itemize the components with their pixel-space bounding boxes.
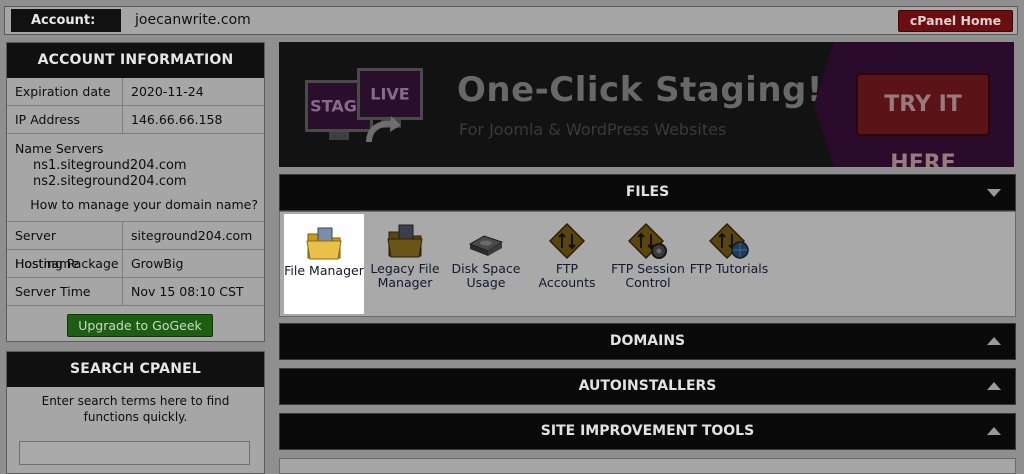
ftp-session-control-label: FTP Session Control xyxy=(611,261,685,290)
live-monitor-icon: LIVE xyxy=(357,68,423,120)
info-value: Nov 15 08:10 CST xyxy=(131,284,244,299)
ftp-accounts-item[interactable]: FTP Accounts xyxy=(527,212,607,316)
name-server-2: ns2.siteground204.com xyxy=(33,174,187,189)
staging-banner[interactable]: STAGE LIVE One-Click Staging! For Joomla… xyxy=(279,42,1014,167)
ftp-accounts-icon xyxy=(548,222,586,260)
info-key: IP Address xyxy=(7,106,123,133)
upgrade-button[interactable]: Upgrade to GoGeek xyxy=(67,314,213,337)
files-section-title: FILES xyxy=(625,184,670,200)
expand-arrow-icon[interactable] xyxy=(987,382,1001,390)
ftp-tutorials-label: FTP Tutorials xyxy=(689,261,769,276)
search-cpanel-title: SEARCH CPANEL xyxy=(7,352,264,387)
info-key: Server Time xyxy=(7,278,123,305)
account-information-panel: ACCOUNT INFORMATION Expiration date 2020… xyxy=(6,42,265,342)
live-label: LIVE xyxy=(370,84,410,104)
search-input[interactable] xyxy=(19,441,250,465)
cpanel-home-button[interactable]: cPanel Home xyxy=(898,10,1013,32)
autoinstallers-section-header[interactable]: AUTOINSTALLERS xyxy=(279,368,1016,405)
expand-arrow-icon[interactable] xyxy=(987,337,1001,345)
account-label: Account: xyxy=(11,9,121,32)
manage-domain-link[interactable]: How to manage your domain name? xyxy=(30,197,258,212)
expand-arrow-icon[interactable] xyxy=(987,427,1001,435)
info-value: 2020-11-24 xyxy=(131,84,204,99)
files-section-header[interactable]: FILES xyxy=(279,174,1016,211)
search-hint: Enter search terms here to find function… xyxy=(41,394,230,424)
info-value: 146.66.66.158 xyxy=(131,112,223,127)
files-section-body: File Manager Legacy File Manager Disk Sp… xyxy=(279,211,1016,317)
info-value: GrowBig xyxy=(131,256,184,271)
banner-subtitle: For Joomla & WordPress Websites xyxy=(459,120,727,139)
ftp-tutorials-icon xyxy=(709,222,749,260)
domains-section-header[interactable]: DOMAINS xyxy=(279,323,1016,360)
next-section-edge xyxy=(279,458,1016,474)
site-improvement-tools-section-title: SITE IMPROVEMENT TOOLS xyxy=(540,423,755,439)
legacy-file-manager-item[interactable]: Legacy File Manager xyxy=(365,212,445,316)
autoinstallers-section-title: AUTOINSTALLERS xyxy=(578,378,717,394)
info-key: Server Hostname xyxy=(7,222,123,271)
folder-file-manager-icon xyxy=(306,227,342,260)
name-servers-title: Name Servers xyxy=(15,141,104,156)
info-row: IP Address 146.66.66.158 xyxy=(7,106,264,134)
name-servers-block: Name Servers ns1.siteground204.com ns2.s… xyxy=(7,134,264,222)
info-key: Expiration date xyxy=(7,78,123,105)
file-manager-label: File Manager xyxy=(284,263,364,278)
sync-arrow-icon xyxy=(366,116,401,143)
info-row: Hosting Package GrowBig xyxy=(7,250,264,278)
ftp-tutorials-item[interactable]: FTP Tutorials xyxy=(689,212,769,316)
info-row: Server Time Nov 15 08:10 CST xyxy=(7,278,264,306)
disk-space-usage-item[interactable]: Disk Space Usage xyxy=(446,212,526,316)
name-server-1: ns1.siteground204.com xyxy=(33,158,187,173)
disk-space-usage-label: Disk Space Usage xyxy=(451,261,521,290)
folder-legacy-icon xyxy=(387,224,423,258)
collapse-arrow-icon[interactable] xyxy=(987,189,1001,197)
search-cpanel-panel: SEARCH CPANEL Enter search terms here to… xyxy=(6,351,265,474)
info-row: Expiration date 2020-11-24 xyxy=(7,78,264,106)
domains-section-title: DOMAINS xyxy=(609,333,686,349)
stage-monitor-stand xyxy=(329,132,349,140)
site-improvement-tools-section-header[interactable]: SITE IMPROVEMENT TOOLS xyxy=(279,413,1016,450)
account-information-title: ACCOUNT INFORMATION xyxy=(7,43,264,78)
ftp-session-icon xyxy=(628,222,667,260)
info-row: Server Hostname siteground204.com xyxy=(7,222,264,271)
file-manager-item[interactable]: File Manager xyxy=(284,214,364,314)
info-value: siteground204.com xyxy=(131,228,253,243)
try-it-here-button[interactable]: TRY IT HERE xyxy=(856,73,990,167)
ftp-accounts-label: FTP Accounts xyxy=(538,261,596,290)
banner-title: One-Click Staging! xyxy=(457,70,823,110)
ftp-session-control-item[interactable]: FTP Session Control xyxy=(608,212,688,316)
account-bar: Account: joecanwrite.com cPanel Home xyxy=(4,6,1018,35)
account-domain: joecanwrite.com xyxy=(135,12,251,28)
info-key: Hosting Package xyxy=(7,250,123,277)
disk-icon xyxy=(468,235,504,256)
legacy-file-manager-label: Legacy File Manager xyxy=(370,261,440,290)
